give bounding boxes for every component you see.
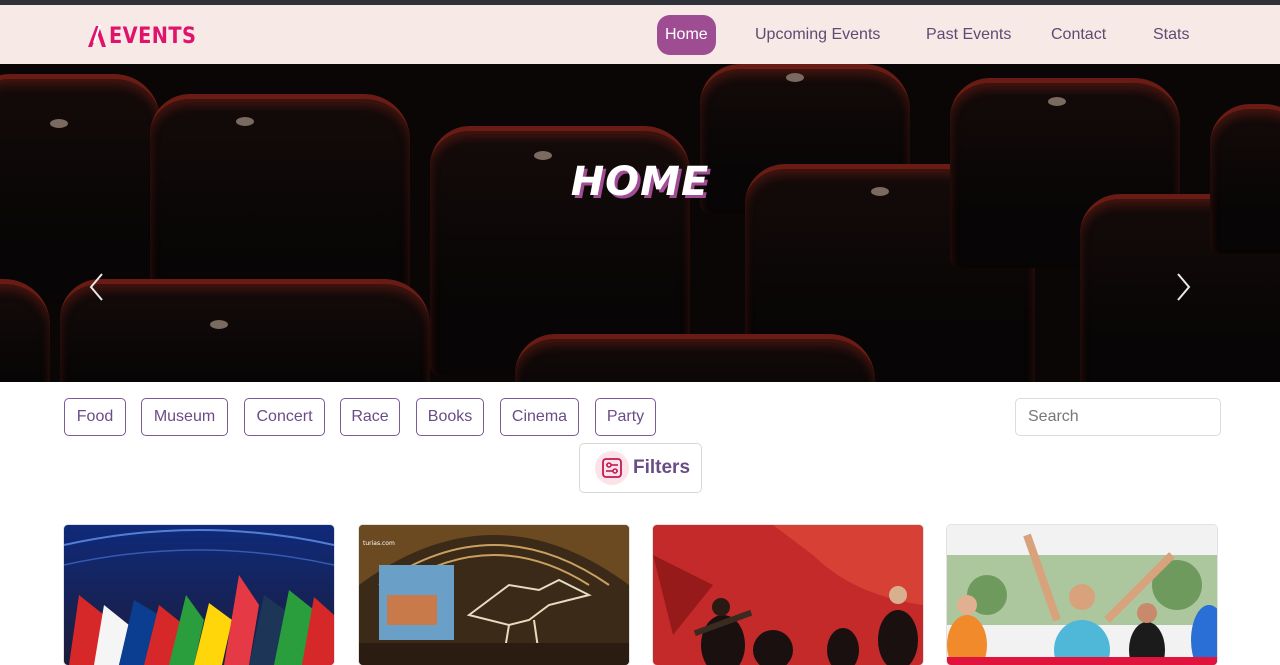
nav-link-home[interactable]: Home bbox=[657, 15, 716, 55]
card-image-dinosaur-museum: turias.com bbox=[359, 525, 629, 665]
event-card-race[interactable] bbox=[947, 525, 1217, 665]
card-image-rock-concert bbox=[653, 525, 923, 665]
nav-link-upcoming-events[interactable]: Upcoming Events bbox=[755, 15, 880, 55]
logo[interactable]: EVENTS bbox=[86, 22, 208, 50]
card-image-marathon-runners bbox=[947, 525, 1217, 665]
chevron-left-icon bbox=[89, 273, 103, 301]
logo-a-icon bbox=[88, 24, 106, 47]
nav-link-past-events[interactable]: Past Events bbox=[926, 15, 1011, 55]
category-button-party[interactable]: Party bbox=[595, 398, 656, 436]
sliders-icon bbox=[595, 451, 629, 485]
category-button-food[interactable]: Food bbox=[64, 398, 126, 436]
category-button-cinema[interactable]: Cinema bbox=[500, 398, 579, 436]
carousel-prev-button[interactable] bbox=[82, 269, 112, 305]
logo-text: EVENTS bbox=[109, 23, 197, 49]
event-card-flags[interactable] bbox=[64, 525, 334, 665]
filters-button[interactable]: Filters bbox=[579, 443, 702, 493]
card-image-flags-ceremony bbox=[64, 525, 334, 665]
hero-title: HOME bbox=[570, 159, 710, 205]
nav-link-contact[interactable]: Contact bbox=[1051, 15, 1106, 55]
navbar: EVENTS Home Upcoming Events Past Events … bbox=[0, 5, 1280, 64]
category-button-museum[interactable]: Museum bbox=[141, 398, 228, 436]
event-card-museum[interactable]: turias.com bbox=[359, 525, 629, 665]
event-card-concert[interactable] bbox=[653, 525, 923, 665]
carousel-next-button[interactable] bbox=[1168, 269, 1198, 305]
svg-text:turias.com: turias.com bbox=[363, 540, 395, 547]
filters-label: Filters bbox=[633, 457, 691, 478]
nav-link-stats[interactable]: Stats bbox=[1153, 15, 1189, 55]
category-button-race[interactable]: Race bbox=[340, 398, 400, 436]
hero-carousel: HOME bbox=[0, 64, 1280, 382]
chevron-right-icon bbox=[1177, 273, 1191, 301]
search-input[interactable] bbox=[1015, 398, 1221, 436]
category-button-books[interactable]: Books bbox=[416, 398, 484, 436]
category-button-concert[interactable]: Concert bbox=[244, 398, 325, 436]
